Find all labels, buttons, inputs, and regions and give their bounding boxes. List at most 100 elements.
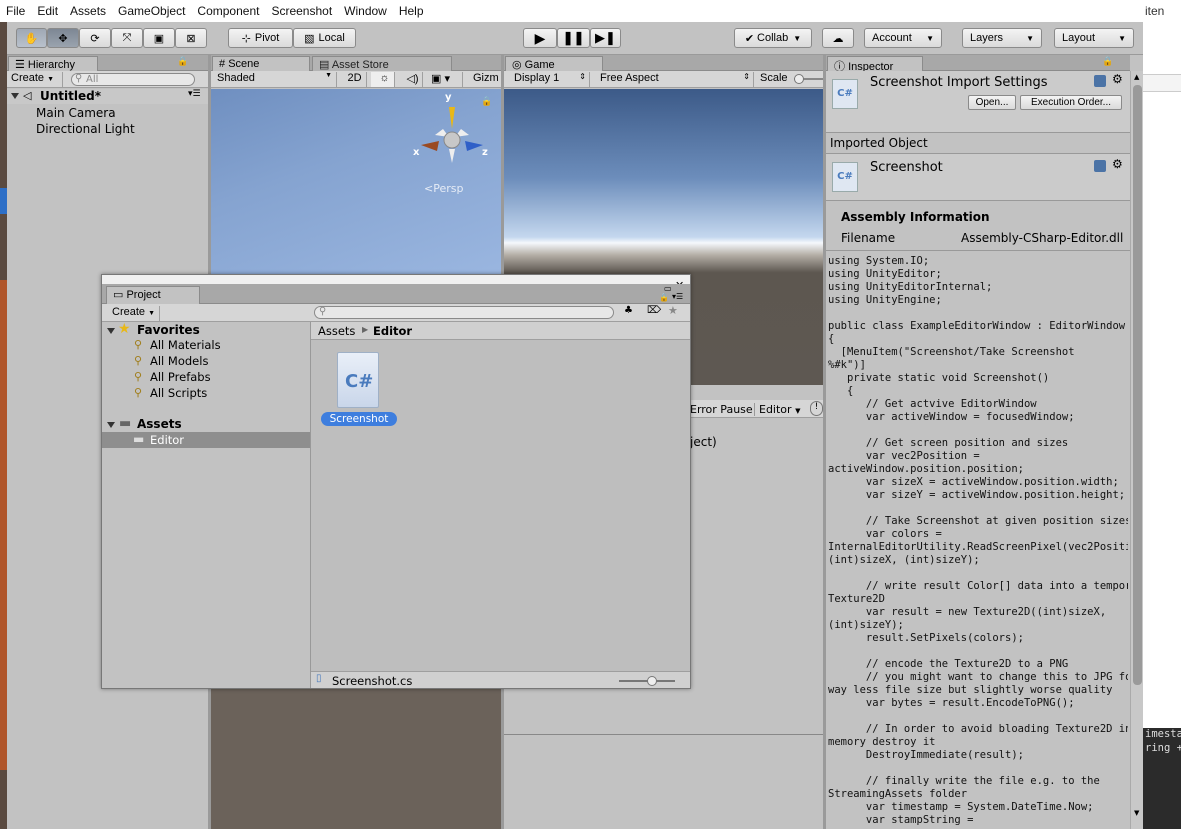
rect-tool-button[interactable]: ▣	[143, 28, 175, 48]
layout-label: Layout	[1062, 32, 1096, 44]
step-button[interactable]: ▶❚	[590, 28, 621, 48]
favorite-all-prefabs[interactable]: All Prefabs	[150, 370, 211, 384]
project-tab-label: Project	[126, 289, 161, 301]
chevron-down-icon: ▼	[1118, 33, 1126, 43]
favorite-all-scripts[interactable]: All Scripts	[150, 386, 207, 400]
maximize-icon[interactable]: ▭	[664, 284, 672, 293]
help-icon[interactable]	[1094, 75, 1106, 87]
transform-tool-button[interactable]: ⊠	[175, 28, 207, 48]
gear-icon[interactable]: ⚙	[1112, 72, 1123, 86]
menu-gameobject[interactable]: GameObject	[118, 4, 185, 18]
lock-icon[interactable]: 🔒	[1102, 57, 1113, 67]
tab-scene[interactable]: # Scene	[212, 56, 310, 71]
menu-component[interactable]: Component	[197, 4, 259, 18]
tab-game[interactable]: ◎ Game	[505, 56, 603, 71]
hierarchy-toolbar: Create ▼ ⚲ All	[7, 71, 208, 88]
pivot-button[interactable]: ⊹ Pivot	[228, 28, 293, 48]
menu-assets[interactable]: Assets	[70, 4, 106, 18]
scale-slider[interactable]	[794, 74, 823, 84]
editor-folder-row[interactable]: ▬ Editor	[102, 432, 310, 448]
expand-triangle-icon[interactable]	[107, 422, 115, 428]
collab-button[interactable]: ✔ Collab ▼	[734, 28, 812, 48]
scene-gizmo[interactable]	[413, 95, 491, 175]
cloud-button[interactable]: ☁	[822, 28, 854, 48]
hierarchy-search-input[interactable]: ⚲ All	[71, 73, 195, 86]
breadcrumb-editor[interactable]: Editor	[373, 324, 412, 338]
tab-asset-store[interactable]: ▤ Asset Store	[312, 56, 452, 71]
chevron-down-icon: ▼	[325, 72, 332, 79]
error-pause-toggle[interactable]: Error Pause	[690, 403, 753, 416]
scene-row[interactable]: ◁ Untitled* ▾☰	[7, 89, 208, 104]
scene-menu-icon[interactable]: ▾☰	[188, 89, 201, 99]
scroll-down-arrow[interactable]: ▼	[1134, 809, 1139, 817]
menu-help[interactable]: Help	[399, 4, 424, 18]
hierarchy-item-directional-light[interactable]: Directional Light	[36, 122, 135, 136]
console-editor-dropdown[interactable]: Editor ▼	[754, 403, 800, 416]
unity-scene-icon: ◁	[23, 89, 32, 102]
icon-size-slider[interactable]	[619, 676, 675, 686]
effects-dropdown[interactable]: ▣ ▾	[427, 72, 463, 87]
hierarchy-create-dropdown[interactable]: Create ▼	[7, 72, 63, 87]
scale-slider-thumb[interactable]	[794, 74, 804, 84]
local-button[interactable]: ▧ Local	[293, 28, 356, 48]
help-icon[interactable]	[1094, 160, 1106, 172]
shading-dropdown[interactable]: Shaded ▼	[213, 72, 337, 87]
star-icon[interactable]: ★	[668, 304, 678, 317]
favorite-all-models[interactable]: All Models	[150, 354, 208, 368]
lock-icon[interactable]: 🔒	[177, 57, 188, 67]
desktop-left-strip-blue	[0, 188, 7, 214]
display-dropdown[interactable]: Display 1 ⇕	[510, 72, 590, 87]
assets-folder-label[interactable]: Assets	[137, 417, 182, 431]
menu-icon[interactable]: ▾☰	[672, 292, 683, 301]
info-icon[interactable]: !	[810, 401, 823, 416]
lighting-toggle[interactable]: ☼	[371, 72, 395, 87]
csharp-file-icon: ▯	[316, 673, 322, 684]
menu-file[interactable]: File	[6, 4, 25, 18]
account-dropdown[interactable]: Account ▼	[864, 28, 942, 48]
hand-tool-button[interactable]: ✋	[16, 28, 47, 48]
pause-button[interactable]: ❚❚	[557, 28, 590, 48]
execution-order-button[interactable]: Execution Order...	[1020, 95, 1122, 110]
code-separator	[826, 250, 1130, 251]
layers-dropdown[interactable]: Layers ▼	[962, 28, 1042, 48]
project-search-input[interactable]: ⚲	[314, 306, 614, 319]
play-button[interactable]: ▶	[523, 28, 557, 48]
check-icon: ✔	[744, 32, 755, 45]
scale-tool-button[interactable]: ⤧	[111, 28, 143, 48]
object-name: Screenshot	[870, 160, 943, 175]
gear-icon[interactable]: ⚙	[1112, 157, 1123, 171]
menu-edit[interactable]: Edit	[37, 4, 58, 18]
filter-type-icon[interactable]: ♣	[624, 305, 633, 316]
audio-toggle[interactable]: ◁)	[399, 72, 423, 87]
project-window-titlebar[interactable]	[102, 275, 690, 284]
open-button[interactable]: Open...	[968, 95, 1016, 110]
persp-label[interactable]: <Persp	[424, 182, 463, 195]
scroll-up-arrow[interactable]: ▲	[1134, 73, 1139, 81]
favorites-label[interactable]: Favorites	[137, 323, 200, 337]
tab-project[interactable]: ▭ Project	[106, 286, 200, 304]
filter-label-icon[interactable]: ⌦	[647, 305, 661, 316]
favorite-all-materials[interactable]: All Materials	[150, 338, 221, 352]
menu-window[interactable]: Window	[344, 4, 387, 18]
icon-size-slider-thumb[interactable]	[647, 676, 657, 686]
mode-2d-toggle[interactable]: 2D	[343, 72, 367, 87]
lock-icon[interactable]: 🔒	[659, 293, 669, 302]
rotate-tool-button[interactable]: ⟳	[79, 28, 111, 48]
gizmos-dropdown[interactable]: Gizm	[469, 72, 501, 87]
layout-dropdown[interactable]: Layout ▼	[1054, 28, 1134, 48]
tab-hierarchy[interactable]: ☰ Hierarchy	[8, 56, 98, 71]
folder-icon: ▬	[133, 432, 145, 446]
tab-inspector[interactable]: ⓘ Inspector	[827, 56, 923, 73]
script-asset-item[interactable]: C# Screenshot	[321, 350, 397, 428]
aspect-dropdown[interactable]: Free Aspect ⇕	[596, 72, 754, 87]
project-create-dropdown[interactable]: Create ▼	[108, 306, 160, 321]
move-tool-button[interactable]: ✥	[47, 28, 79, 48]
breadcrumb-assets[interactable]: Assets	[318, 324, 355, 338]
hierarchy-item-main-camera[interactable]: Main Camera	[36, 106, 116, 120]
inspector-scrollbar[interactable]: ▲ ▼	[1130, 71, 1143, 829]
scrollbar-thumb[interactable]	[1133, 85, 1142, 685]
expand-triangle-icon[interactable]	[107, 328, 115, 334]
lock-icon[interactable]: 🔒	[481, 97, 492, 107]
menu-screenshot[interactable]: Screenshot	[271, 4, 332, 18]
footer-filename: Screenshot.cs	[332, 674, 413, 688]
